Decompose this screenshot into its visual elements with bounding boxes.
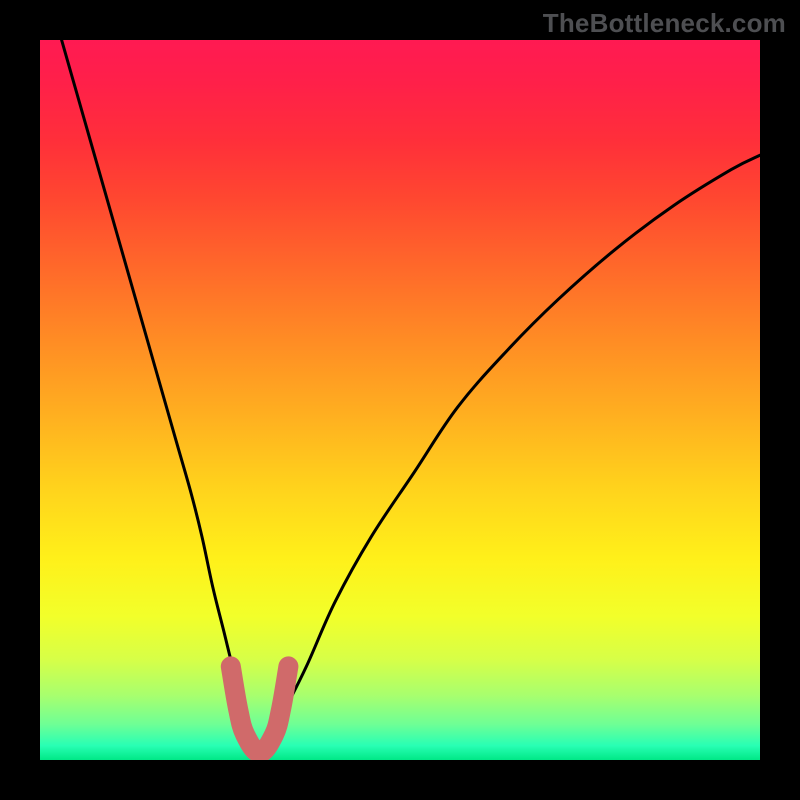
- attribution-text: TheBottleneck.com: [543, 8, 786, 39]
- plot-area: [40, 40, 760, 760]
- chart-svg: [40, 40, 760, 760]
- gradient-background: [40, 40, 760, 760]
- chart-frame: TheBottleneck.com: [0, 0, 800, 800]
